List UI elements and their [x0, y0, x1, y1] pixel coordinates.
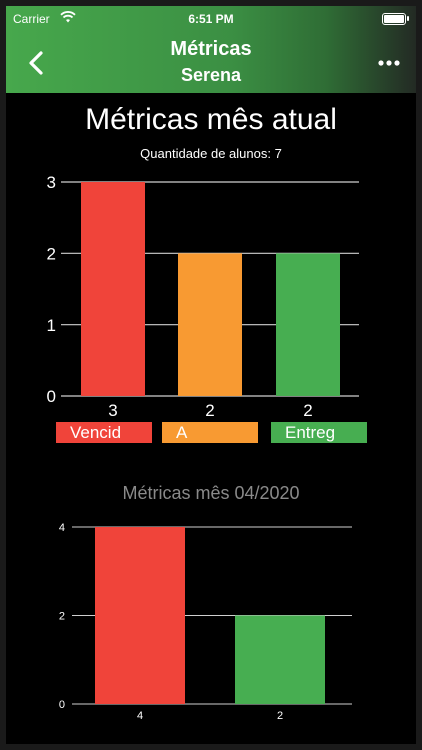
- previous-month-bar-chart: 0 2 4 4 2: [59, 522, 352, 722]
- bar: [235, 615, 325, 704]
- bar: [95, 527, 185, 704]
- bar-value-label: 4: [137, 710, 143, 722]
- app-screen: Carrier 6:51 PM Métricas Serena Métricas…: [6, 6, 416, 744]
- y-tick-label: 4: [59, 522, 65, 534]
- device-frame: Carrier 6:51 PM Métricas Serena Métricas…: [0, 0, 422, 750]
- bar-value-label: 2: [277, 710, 283, 722]
- y-tick-label: 2: [59, 610, 65, 622]
- y-tick-label: 0: [59, 699, 65, 711]
